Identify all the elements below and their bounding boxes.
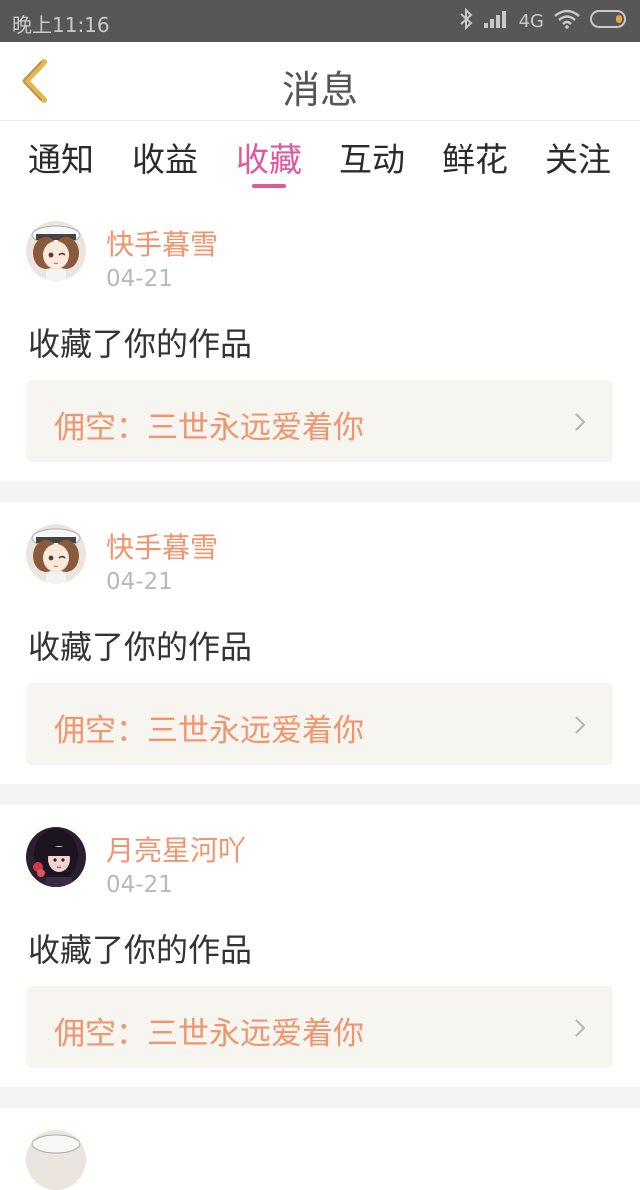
tab-notifications[interactable]: 通知 — [19, 133, 103, 181]
divider — [0, 1087, 640, 1108]
avatar[interactable] — [26, 1130, 86, 1190]
wifi-icon — [554, 9, 580, 33]
active-tab-indicator — [252, 184, 286, 188]
feed-item: 快手暮雪 04-21 收藏了你的作品 佣空：三世永远爱着你 — [0, 199, 640, 481]
item-date: 04-21 — [106, 872, 173, 898]
item-date: 04-21 — [106, 266, 173, 292]
feed-item — [0, 1108, 640, 1190]
page-title: 消息 — [281, 68, 358, 112]
avatar[interactable] — [26, 827, 86, 887]
signal-icon — [483, 9, 509, 33]
favorites-feed: 快手暮雪 04-21 收藏了你的作品 佣空：三世永远爱着你 快手暮雪 04-21… — [0, 199, 640, 1190]
status-bar: 晚上11:16 4G — [0, 0, 640, 42]
avatar[interactable] — [26, 221, 86, 281]
action-text: 收藏了你的作品 — [28, 325, 253, 363]
tab-interactions[interactable]: 互动 — [330, 133, 414, 181]
username[interactable]: 月亮星河吖 — [106, 829, 246, 869]
app-header: 消息 — [0, 42, 640, 121]
chevron-right-icon — [575, 716, 586, 734]
feed-item: 月亮星河吖 04-21 收藏了你的作品 佣空：三世永远爱着你 — [0, 805, 640, 1087]
work-title: 佣空：三世永远爱着你 — [54, 410, 364, 446]
item-date: 04-21 — [106, 569, 173, 595]
tab-flowers[interactable]: 鲜花 — [433, 133, 517, 181]
tab-bar: 通知 收益 收藏 互动 鲜花 关注 — [0, 121, 640, 199]
status-icons: 4G — [459, 7, 630, 34]
work-title: 佣空：三世永远爱着你 — [54, 713, 364, 749]
network-type: 4G — [518, 10, 544, 32]
action-text: 收藏了你的作品 — [28, 931, 253, 969]
divider — [0, 481, 640, 502]
work-link[interactable]: 佣空：三世永远爱着你 — [26, 380, 613, 462]
chevron-right-icon — [575, 1019, 586, 1037]
work-title: 佣空：三世永远爱着你 — [54, 1016, 364, 1052]
username[interactable]: 快手暮雪 — [106, 526, 218, 566]
work-link[interactable]: 佣空：三世永远爱着你 — [26, 683, 613, 765]
tab-earnings[interactable]: 收益 — [123, 133, 207, 181]
bluetooth-icon — [459, 7, 473, 34]
action-text: 收藏了你的作品 — [28, 628, 253, 666]
tab-follows[interactable]: 关注 — [536, 133, 620, 181]
avatar[interactable] — [26, 524, 86, 584]
feed-item: 快手暮雪 04-21 收藏了你的作品 佣空：三世永远爱着你 — [0, 502, 640, 784]
username[interactable]: 快手暮雪 — [106, 223, 218, 263]
divider — [0, 784, 640, 805]
tab-favorites[interactable]: 收藏 — [227, 133, 311, 181]
battery-icon — [590, 8, 630, 34]
chevron-right-icon — [575, 413, 586, 431]
work-link[interactable]: 佣空：三世永远爱着你 — [26, 986, 613, 1068]
status-time: 晚上11:16 — [12, 13, 110, 37]
